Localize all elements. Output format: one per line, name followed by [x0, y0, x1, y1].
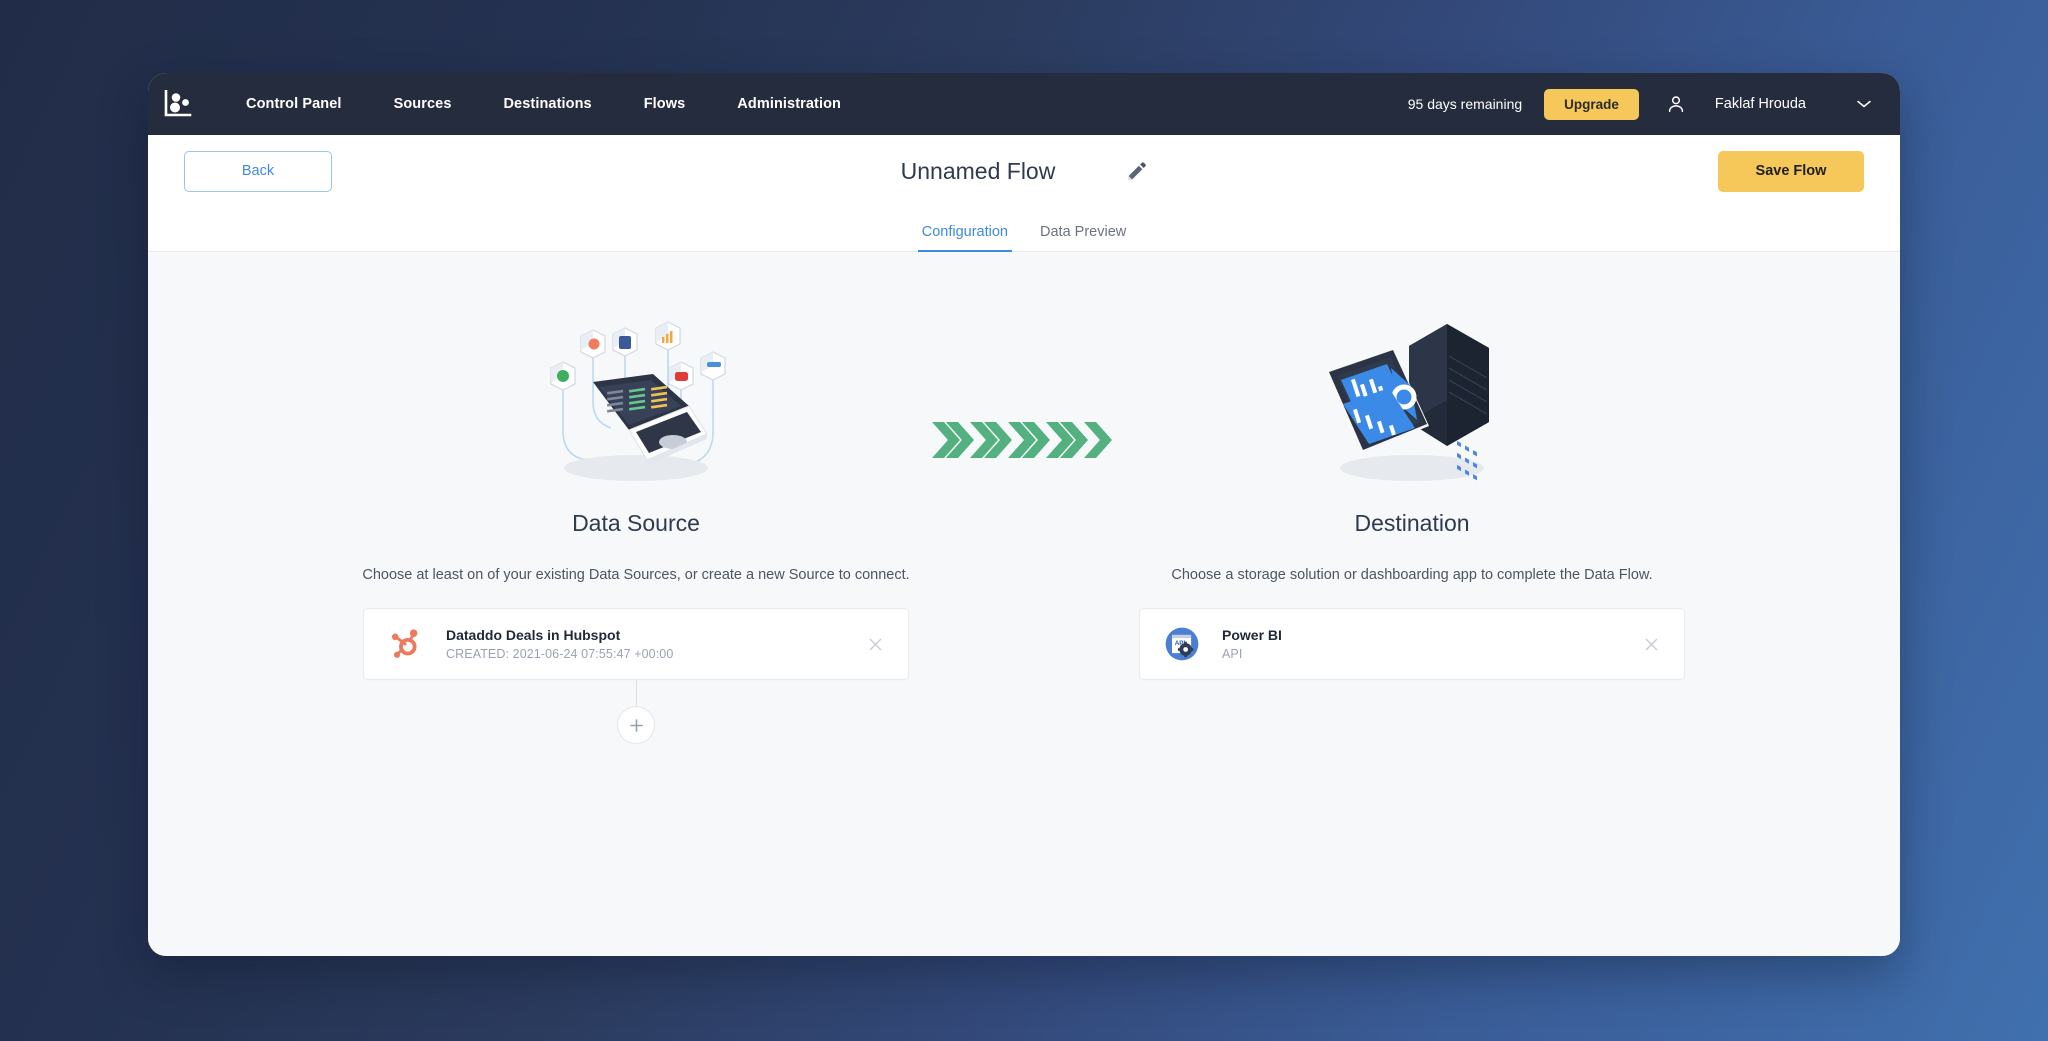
tab-configuration[interactable]: Configuration: [906, 224, 1024, 252]
top-navbar: Control Panel Sources Destinations Flows…: [148, 73, 1900, 135]
tab-data-preview[interactable]: Data Preview: [1024, 224, 1142, 251]
power-bi-api-icon: API: [1165, 627, 1199, 661]
laptop-with-connected-apps-illustration: [550, 321, 726, 481]
close-icon: [1645, 638, 1658, 650]
flow-configuration-canvas: Data Source Choose at least on of your e…: [148, 252, 1900, 956]
pencil-icon: [1128, 162, 1146, 180]
flow-title-group: Unnamed Flow: [901, 158, 1148, 185]
trial-days-remaining: 95 days remaining: [1407, 96, 1523, 112]
nav-link-destinations[interactable]: Destinations: [477, 96, 617, 112]
power-bi-logo: API: [1160, 622, 1204, 666]
flow-page-header: Back Unnamed Flow Save Flow: [148, 135, 1900, 207]
data-source-illustration-wrap: [541, 310, 731, 490]
hubspot-logo-icon: [391, 629, 418, 658]
flow-direction-column: [909, 310, 1139, 462]
back-button[interactable]: Back: [184, 150, 332, 192]
user-avatar-button[interactable]: [1665, 93, 1687, 115]
destination-illustration-wrap: [1317, 310, 1507, 490]
app-window: Control Panel Sources Destinations Flows…: [148, 73, 1900, 956]
remove-destination-button[interactable]: [1637, 630, 1666, 659]
nav-link-flows[interactable]: Flows: [618, 96, 712, 112]
close-icon: [869, 638, 882, 650]
edit-flow-name-button[interactable]: [1125, 160, 1147, 182]
data-source-card[interactable]: Dataddo Deals in Hubspot CREATED: 2021-0…: [363, 608, 909, 680]
connector-line: [635, 680, 637, 706]
tablet-dashboard-and-server-illustration: [1329, 324, 1489, 481]
destination-name: Power BI: [1222, 627, 1282, 643]
destination-card-text: Power BI API: [1222, 627, 1282, 661]
destination-column: Destination Choose a storage solution or…: [1139, 310, 1685, 680]
add-data-source-wrap: [617, 680, 655, 744]
data-source-created: CREATED: 2021-06-24 07:55:47 +00:00: [446, 647, 674, 661]
destination-description: Choose a storage solution or dashboardin…: [1171, 567, 1653, 583]
chevron-right-arrows-icon: [932, 422, 1112, 458]
app-logo[interactable]: [148, 90, 210, 118]
add-data-source-button[interactable]: [617, 706, 655, 744]
app-card-storage: [700, 351, 726, 381]
navbar-right-group: 95 days remaining Upgrade Faklaf Hrouda: [1407, 88, 1872, 120]
flow-columns: Data Source Choose at least on of your e…: [148, 310, 1900, 744]
user-name-label[interactable]: Faklaf Hrouda: [1715, 96, 1806, 112]
data-source-card-text: Dataddo Deals in Hubspot CREATED: 2021-0…: [446, 627, 673, 661]
page-title: Unnamed Flow: [900, 157, 1056, 184]
upgrade-button[interactable]: Upgrade: [1544, 88, 1639, 120]
nav-link-sources[interactable]: Sources: [368, 96, 478, 112]
nav-link-administration[interactable]: Administration: [711, 96, 867, 112]
destination-card[interactable]: API Power BI API: [1139, 608, 1685, 680]
plus-icon: [629, 718, 643, 732]
app-card-facebook: [612, 327, 638, 357]
user-avatar-icon: [1668, 96, 1684, 113]
destination-type: API: [1222, 647, 1243, 661]
app-card-whatsapp: [550, 361, 576, 391]
app-card-analytics: [655, 321, 681, 351]
data-source-name: Dataddo Deals in Hubspot: [446, 627, 621, 643]
user-menu-toggle[interactable]: [1856, 99, 1872, 109]
primary-navigation: Control Panel Sources Destinations Flows…: [220, 96, 867, 112]
flow-tabs: Configuration Data Preview: [148, 207, 1900, 252]
data-source-title: Data Source: [572, 510, 700, 536]
destination-title: Destination: [1354, 510, 1470, 536]
flow-arrows: [930, 418, 1118, 462]
chevron-down-icon: [1857, 100, 1871, 108]
app-card-hubspot: [580, 329, 606, 359]
save-flow-button[interactable]: Save Flow: [1718, 150, 1864, 192]
data-source-description: Choose at least on of your existing Data…: [362, 567, 910, 583]
app-card-youtube: [668, 361, 694, 391]
remove-data-source-button[interactable]: [861, 630, 890, 659]
hubspot-logo: [384, 622, 428, 666]
nav-link-control-panel[interactable]: Control Panel: [220, 96, 368, 112]
data-source-column: Data Source Choose at least on of your e…: [362, 310, 910, 744]
dataddo-logo-icon: [164, 90, 192, 117]
